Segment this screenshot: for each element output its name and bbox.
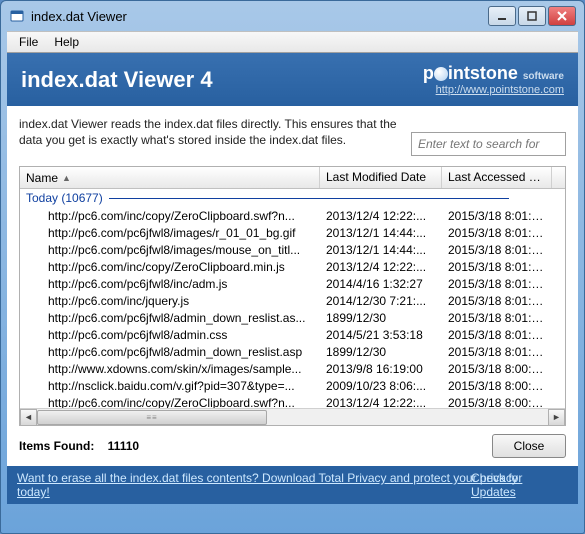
menubar: File Help xyxy=(7,31,578,53)
table-row[interactable]: http://pc6.com/pc6jfwl8/inc/adm.js2014/4… xyxy=(20,275,565,292)
cell-modified: 1899/12/30 xyxy=(320,311,442,325)
cell-name: http://pc6.com/pc6jfwl8/inc/adm.js xyxy=(20,277,320,291)
horizontal-scrollbar[interactable]: ◄ ≡≡ ► xyxy=(20,408,565,425)
cell-name: http://pc6.com/inc/copy/ZeroClipboard.mi… xyxy=(20,260,320,274)
cell-name: http://pc6.com/pc6jfwl8/admin_down_resli… xyxy=(20,345,320,359)
cell-modified: 2013/9/8 16:19:00 xyxy=(320,362,442,376)
promo-bar: Want to erase all the index.dat files co… xyxy=(7,466,578,504)
column-headers: Name ▲ Last Modified Date Last Accessed … xyxy=(20,167,565,189)
cell-accessed: 2015/3/18 8:01:2... xyxy=(442,277,552,291)
group-line xyxy=(109,198,509,199)
brand-url-link[interactable]: http://www.pointstone.com xyxy=(423,84,564,96)
maximize-button[interactable] xyxy=(518,6,546,26)
group-label: Today (10677) xyxy=(26,191,103,205)
items-found: Items Found: 11110 xyxy=(19,439,139,453)
cell-accessed: 2015/3/18 8:01:2... xyxy=(442,243,552,257)
cell-accessed: 2015/3/18 8:01:2... xyxy=(442,328,552,342)
column-header-accessed[interactable]: Last Accessed Date xyxy=(442,167,552,188)
table-row[interactable]: http://pc6.com/inc/jquery.js2014/12/30 7… xyxy=(20,292,565,309)
cell-name: http://pc6.com/pc6jfwl8/images/mouse_on_… xyxy=(20,243,320,257)
content-area: index.dat Viewer reads the index.dat fil… xyxy=(7,106,578,466)
cell-name: http://pc6.com/inc/copy/ZeroClipboard.sw… xyxy=(20,209,320,223)
app-icon xyxy=(9,8,25,24)
scroll-thumb[interactable]: ≡≡ xyxy=(37,410,267,425)
items-found-value: 11110 xyxy=(108,439,139,453)
cell-accessed: 2015/3/18 8:01:2... xyxy=(442,260,552,274)
group-header[interactable]: Today (10677) xyxy=(20,189,565,207)
table-row[interactable]: http://www.xdowns.com/skin/x/images/samp… xyxy=(20,360,565,377)
cell-name: http://www.xdowns.com/skin/x/images/samp… xyxy=(20,362,320,376)
cell-accessed: 2015/3/18 8:00:3... xyxy=(442,379,552,393)
scroll-right-button[interactable]: ► xyxy=(548,409,565,426)
menu-help[interactable]: Help xyxy=(46,33,87,51)
footer-row: Items Found: 11110 Close xyxy=(19,434,566,458)
cell-name: http://nsclick.baidu.com/v.gif?pid=307&t… xyxy=(20,379,320,393)
close-window-button[interactable] xyxy=(548,6,576,26)
brand-orb-icon xyxy=(434,67,448,81)
table-row[interactable]: http://nsclick.baidu.com/v.gif?pid=307&t… xyxy=(20,377,565,394)
cell-accessed: 2015/3/18 8:01:3... xyxy=(442,209,552,223)
cell-accessed: 2015/3/18 8:01:2... xyxy=(442,345,552,359)
cell-accessed: 2015/3/18 8:01:2... xyxy=(442,294,552,308)
table-row[interactable]: http://pc6.com/pc6jfwl8/admin_down_resli… xyxy=(20,343,565,360)
cell-modified: 2013/12/4 12:22:... xyxy=(320,209,442,223)
application-window: index.dat Viewer File Help index.dat Vie… xyxy=(0,0,585,534)
cell-modified: 2013/12/4 12:22:... xyxy=(320,260,442,274)
cell-name: http://pc6.com/inc/copy/ZeroClipboard.sw… xyxy=(20,396,320,409)
cell-accessed: 2015/3/18 8:00:3... xyxy=(442,396,552,409)
cell-modified: 2013/12/1 14:44:... xyxy=(320,243,442,257)
promo-link-updates[interactable]: Check for Updates xyxy=(471,471,568,499)
table-row[interactable]: http://pc6.com/pc6jfwl8/admin_down_resli… xyxy=(20,309,565,326)
cell-accessed: 2015/3/18 8:01:2... xyxy=(442,226,552,240)
window-title: index.dat Viewer xyxy=(31,9,488,24)
brand-block: pintstone software http://www.pointstone… xyxy=(423,63,564,96)
table-row[interactable]: http://pc6.com/inc/copy/ZeroClipboard.mi… xyxy=(20,258,565,275)
scroll-left-button[interactable]: ◄ xyxy=(20,409,37,426)
search-input[interactable] xyxy=(411,132,566,156)
brand-logo: pintstone software xyxy=(423,63,564,84)
cell-modified: 2009/10/23 8:06:... xyxy=(320,379,442,393)
cell-modified: 2014/5/21 3:53:18 xyxy=(320,328,442,342)
cell-modified: 2014/4/16 1:32:27 xyxy=(320,277,442,291)
items-found-label: Items Found: xyxy=(19,439,94,453)
table-row[interactable]: http://pc6.com/inc/copy/ZeroClipboard.sw… xyxy=(20,207,565,224)
minimize-button[interactable] xyxy=(488,6,516,26)
cell-name: http://pc6.com/inc/jquery.js xyxy=(20,294,320,308)
cell-accessed: 2015/3/18 8:00:4... xyxy=(442,362,552,376)
cell-name: http://pc6.com/pc6jfwl8/images/r_01_01_b… xyxy=(20,226,320,240)
titlebar[interactable]: index.dat Viewer xyxy=(1,1,584,31)
scroll-track[interactable]: ≡≡ xyxy=(37,409,548,426)
list-view: Name ▲ Last Modified Date Last Accessed … xyxy=(19,166,566,426)
menu-file[interactable]: File xyxy=(11,33,46,51)
table-row[interactable]: http://pc6.com/pc6jfwl8/images/mouse_on_… xyxy=(20,241,565,258)
cell-name: http://pc6.com/pc6jfwl8/admin_down_resli… xyxy=(20,311,320,325)
promo-link-erase[interactable]: Want to erase all the index.dat files co… xyxy=(17,471,541,499)
column-header-name-label: Name xyxy=(26,171,58,185)
cell-modified: 2013/12/1 14:44:... xyxy=(320,226,442,240)
table-row[interactable]: http://pc6.com/pc6jfwl8/admin.css2014/5/… xyxy=(20,326,565,343)
column-header-name[interactable]: Name ▲ xyxy=(20,167,320,188)
window-controls xyxy=(488,6,576,26)
intro-text: index.dat Viewer reads the index.dat fil… xyxy=(19,116,401,148)
cell-modified: 1899/12/30 xyxy=(320,345,442,359)
header-band: index.dat Viewer 4 pintstone software ht… xyxy=(7,53,578,106)
table-row[interactable]: http://pc6.com/inc/copy/ZeroClipboard.sw… xyxy=(20,394,565,408)
cell-modified: 2014/12/30 7:21:... xyxy=(320,294,442,308)
sort-asc-icon: ▲ xyxy=(62,173,71,183)
column-header-modified[interactable]: Last Modified Date xyxy=(320,167,442,188)
table-row[interactable]: http://pc6.com/pc6jfwl8/images/r_01_01_b… xyxy=(20,224,565,241)
close-button[interactable]: Close xyxy=(492,434,566,458)
cell-accessed: 2015/3/18 8:01:2... xyxy=(442,311,552,325)
list-body[interactable]: Today (10677) http://pc6.com/inc/copy/Ze… xyxy=(20,189,565,408)
cell-name: http://pc6.com/pc6jfwl8/admin.css xyxy=(20,328,320,342)
intro-row: index.dat Viewer reads the index.dat fil… xyxy=(19,116,566,156)
app-title: index.dat Viewer 4 xyxy=(21,67,213,93)
cell-modified: 2013/12/4 12:22:... xyxy=(320,396,442,409)
